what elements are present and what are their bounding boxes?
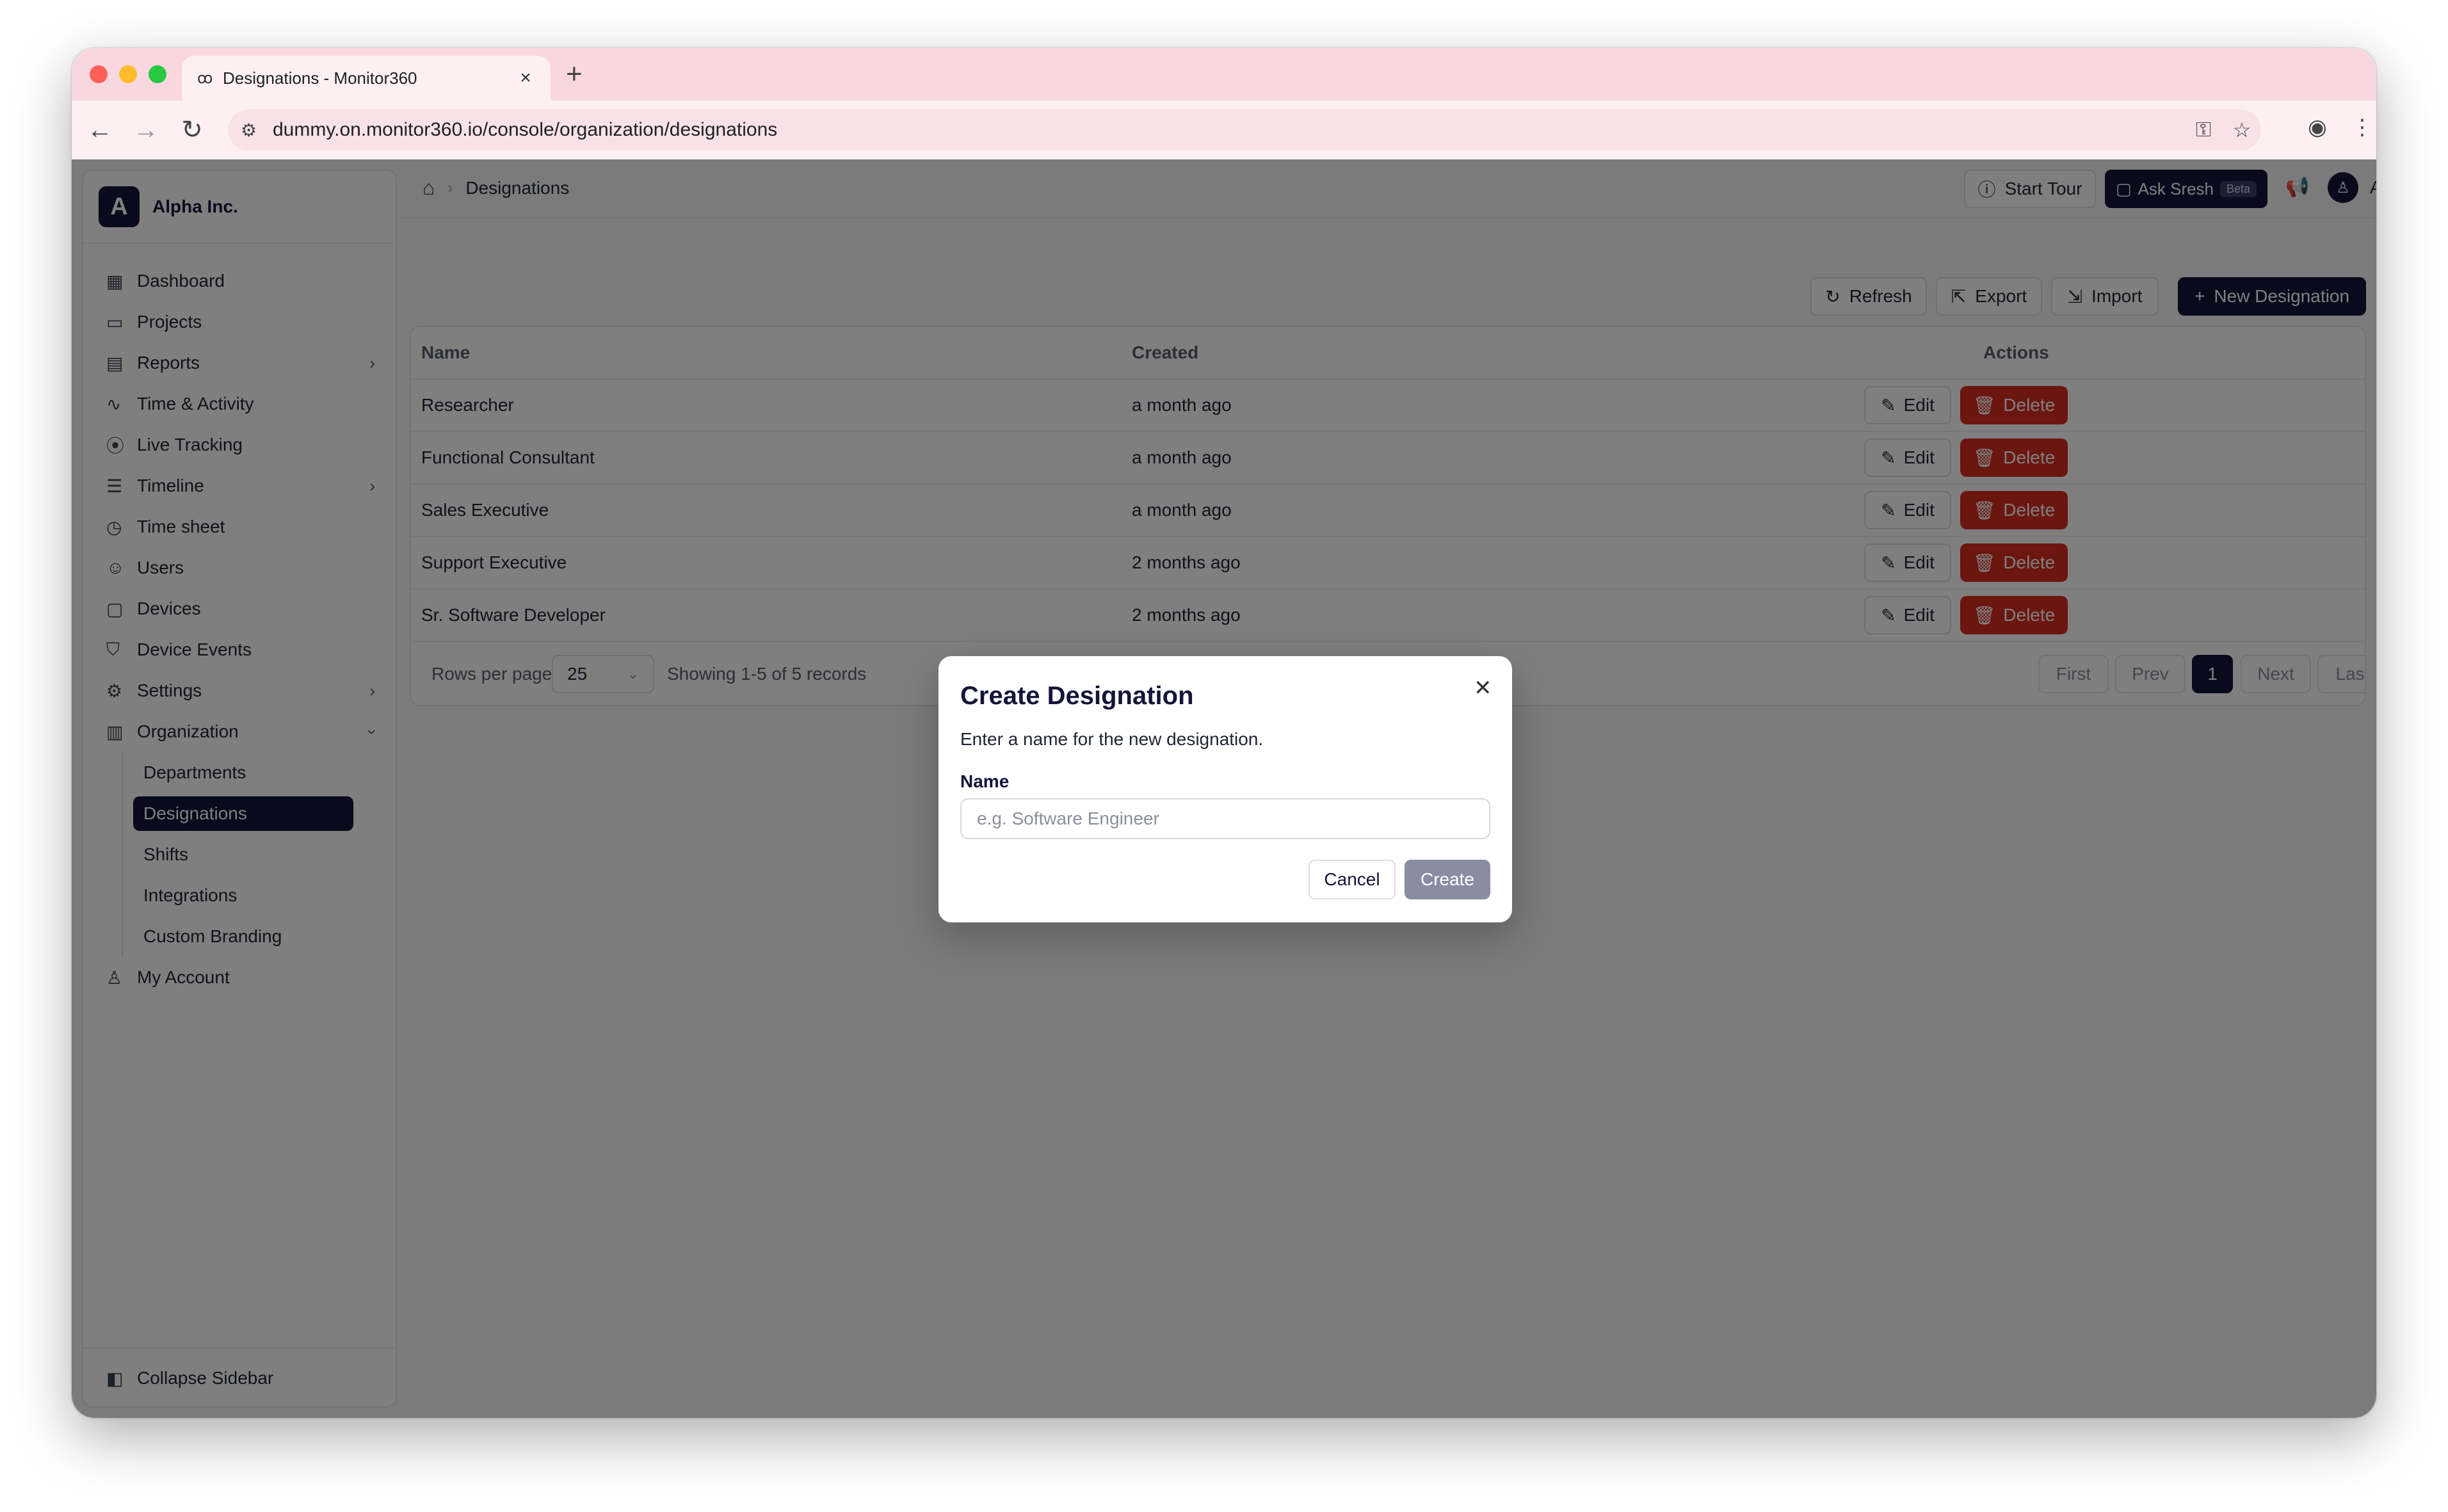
reload-icon[interactable]: ↻ xyxy=(177,115,207,145)
url-bar[interactable]: ⚙ dummy.on.monitor360.io/console/organiz… xyxy=(228,109,2261,150)
tab-close-icon[interactable]: × xyxy=(516,67,535,89)
url-text: dummy.on.monitor360.io/console/organizat… xyxy=(273,119,778,140)
password-key-icon[interactable]: ⚿ xyxy=(2184,118,2223,142)
close-icon[interactable]: ✕ xyxy=(1474,675,1492,701)
tab-title: Designations - Monitor360 xyxy=(223,68,417,88)
new-tab-icon[interactable]: + xyxy=(566,58,583,90)
favicon-icon: ꝏ xyxy=(197,69,213,87)
address-bar: ← → ↻ ⚙ dummy.on.monitor360.io/console/o… xyxy=(72,101,2376,159)
browser-tab-bar: ꝏ Designations - Monitor360 × + xyxy=(72,48,2376,101)
dialog-title: Create Designation xyxy=(960,682,1194,710)
create-designation-dialog: Create Designation ✕ Enter a name for th… xyxy=(938,656,1512,922)
browser-tab[interactable]: ꝏ Designations - Monitor360 × xyxy=(182,56,551,101)
create-button[interactable]: Create xyxy=(1405,860,1490,899)
dialog-description: Enter a name for the new designation. xyxy=(960,729,1264,749)
designation-name-input[interactable] xyxy=(960,798,1490,839)
cancel-button[interactable]: Cancel xyxy=(1309,860,1396,899)
profile-icon[interactable]: ◉ xyxy=(2302,115,2333,140)
minimize-window-button[interactable] xyxy=(119,65,137,83)
maximize-window-button[interactable] xyxy=(149,65,166,83)
name-field-label: Name xyxy=(960,771,1010,791)
back-icon[interactable]: ← xyxy=(85,115,115,145)
bookmark-star-icon[interactable]: ☆ xyxy=(2223,118,2261,142)
site-settings-icon[interactable]: ⚙ xyxy=(241,120,273,141)
browser-menu-icon[interactable]: ⋮ xyxy=(2347,115,2376,140)
close-window-button[interactable] xyxy=(90,65,108,83)
forward-icon[interactable]: → xyxy=(131,115,161,145)
browser-window: ꝏ Designations - Monitor360 × + ← → ↻ ⚙ … xyxy=(72,48,2376,1418)
